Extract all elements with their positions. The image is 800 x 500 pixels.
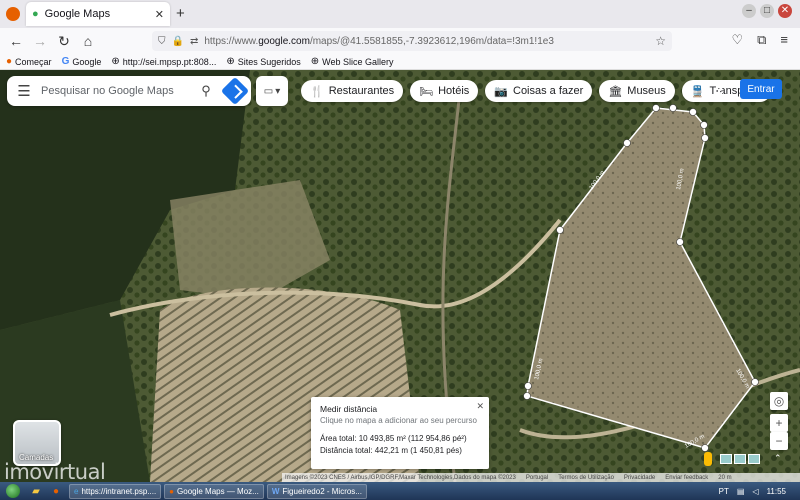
search-box[interactable]: ☰ Pesquisar no Google Maps ⚲ [7,76,251,106]
google-icon: G [61,56,70,67]
signin-button[interactable]: Entrar [740,79,782,99]
task-ie[interactable]: e https://intranet.psp.... [69,483,162,499]
zoom-out-button[interactable]: − [770,432,788,450]
bookmark-item-1[interactable]: G Google [62,56,102,67]
task-word[interactable]: W Figueiredo2 - Micros... [266,483,367,499]
map-attribution: Imagens ©2023 CNES / Airbus,IGP/DGRF,Max… [282,473,800,482]
task-firefox[interactable]: ● Google Maps — Moz... [164,483,264,499]
search-icon[interactable]: ⚲ [193,83,219,99]
bookmark-item-0[interactable]: ● Começar [6,56,52,67]
camera-icon: 📷 [494,85,508,98]
windows-logo-icon [6,484,20,498]
url-text: https://www.google.com/maps/@41.5581855,… [204,35,554,47]
pocket-icon[interactable]: ♡ [731,32,743,48]
map-pin-icon: ● [32,8,39,20]
bookmark-item-4[interactable]: ⊕ Web Slice Gallery [311,56,394,67]
bookmarks-bar: ● Começar G Google ⊕ http://sei.mpsp.pt:808… [0,54,800,70]
restaurant-icon: 🍴 [310,85,324,98]
tab-title: Google Maps [44,8,111,20]
url-bar[interactable]: ⛉ 🔒 ⇄ https://www.google.com/maps/@41.55… [152,31,672,51]
bookmark-star-icon[interactable]: ☆ [655,34,666,48]
clock[interactable]: 11:55 [767,487,786,496]
firefox-icon[interactable] [6,7,20,21]
scale-bar[interactable]: 20 m [718,475,731,481]
close-icon[interactable]: ✕ [476,400,484,412]
expand-icon[interactable]: ⌃ [774,453,782,464]
home-icon[interactable]: ⌂ [76,33,100,49]
system-tray: PT ▤ ◁ 11:55 [719,487,800,496]
museum-icon: 🏛 [608,85,623,98]
globe-icon: ⊕ [226,56,235,67]
back-icon[interactable]: ← [4,33,28,49]
globe-icon: ⊕ [111,56,120,67]
pegman-icon[interactable] [704,452,712,466]
permissions-icon[interactable]: ⇄ [190,36,198,47]
category-chips: 🍴 Restaurantes 🛏 Hotéis 📷 Coisas a fazer 🏛 M… [301,80,772,102]
network-icon[interactable]: ▤ [737,487,745,496]
reload-icon[interactable]: ↻ [52,33,76,50]
close-window-icon[interactable]: ✕ [778,4,792,18]
new-tab-button[interactable]: + [176,5,185,22]
transit-icon: 🚆 [690,85,705,98]
firefox-icon[interactable]: ● [46,486,66,497]
chip-hotels[interactable]: 🛏 Hotéis [410,80,479,102]
bookmark-item-3[interactable]: ⊕ Sites Sugeridos [226,56,300,67]
chevron-down-icon[interactable]: ▾ [275,86,280,97]
directions-icon[interactable] [220,76,250,106]
browser-tab-bar: ● Google Maps ✕ + – □ ✕ [0,0,800,28]
maximize-icon[interactable]: □ [760,4,774,18]
window-controls: – □ ✕ [742,4,792,18]
firefox-icon: ● [6,56,13,67]
minimize-icon[interactable]: – [742,4,756,18]
forward-icon[interactable]: → [28,33,52,49]
firefox-icon: ● [169,486,175,496]
start-button[interactable] [0,482,26,500]
close-tab-icon[interactable]: ✕ [155,8,164,21]
hamburger-menu-icon[interactable]: ☰ [7,82,41,100]
chip-museums[interactable]: 🏛 Museus [599,80,675,102]
toolbar-icons: ♡ ⧉ ≡ [731,32,788,48]
measure-hint: Clique no mapa a adicionar ao seu percur… [320,416,477,425]
volume-icon[interactable]: ◁ [752,487,758,496]
language-indicator[interactable]: PT [719,487,729,496]
layer-toggle-button[interactable]: ▭ ▾ [256,76,288,106]
measure-distance: Distância total: 442,21 m (1 450,81 pés) [320,446,462,455]
chip-restaurants[interactable]: 🍴 Restaurantes [301,80,404,102]
imagery-thumbnails[interactable] [720,454,760,464]
my-location-icon[interactable]: ◎ [770,392,788,410]
shield-icon[interactable]: ⛉ [158,36,166,47]
measure-area: Área total: 10 493,85 m² (112 954,86 pé²… [320,434,467,443]
hotel-icon: 🛏 [419,85,434,98]
measure-distance-card: Medir distância Clique no mapa a adicion… [311,397,489,469]
search-input[interactable]: Pesquisar no Google Maps [41,85,193,97]
satellite-map[interactable]: 100,0 m 100,0 m 100,0 m 100,0 m 100,0 m … [0,70,800,482]
extensions-icon[interactable]: ⧉ [757,32,766,48]
chip-things-to-do[interactable]: 📷 Coisas a fazer [485,80,593,102]
folder-icon[interactable]: ▰ [26,486,46,497]
bookmark-item-2[interactable]: ⊕ http://sei.mpsp.pt:808... [111,56,216,67]
keyboard-icon: ▭ [263,85,274,97]
windows-taskbar: ▰ ● e https://intranet.psp.... ● Google Ma… [0,482,800,500]
ie-icon: e [74,486,79,496]
lock-icon[interactable]: 🔒 [172,36,184,47]
word-icon: W [271,486,280,496]
globe-icon: ⊕ [310,56,320,67]
navigation-bar: ← → ↻ ⌂ ⛉ 🔒 ⇄ https://www.google.com/map… [0,28,800,54]
measure-title: Medir distância [320,404,378,414]
apps-grid-icon[interactable]: ⠿ [714,82,724,99]
menu-icon[interactable]: ≡ [780,32,788,48]
zoom-in-button[interactable]: + [770,414,788,432]
watermark-logo: imovirtual [4,460,106,482]
tab-google-maps[interactable]: ● Google Maps ✕ [26,2,170,26]
